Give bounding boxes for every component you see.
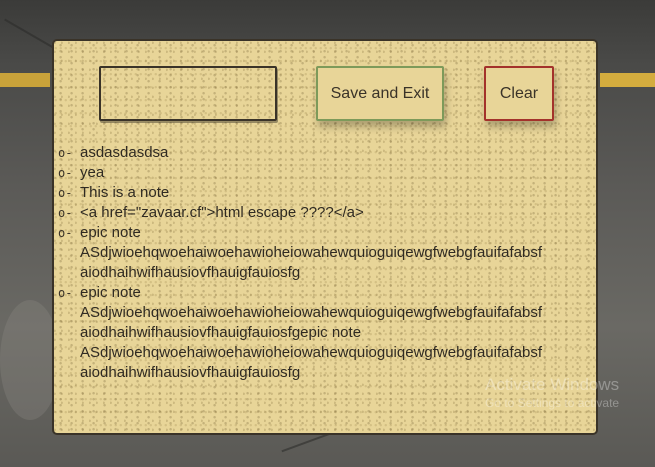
watermark-subtitle: Go to Settings to activate xyxy=(485,396,620,410)
note-bullet-icon: o- xyxy=(58,286,73,300)
note-item: o- epic note ASdjwioehqwoehaiwoehawiohei… xyxy=(58,283,588,383)
note-text: epic note ASdjwioehqwoehaiwoehawioheiowa… xyxy=(80,284,542,381)
note-bullet-icon: o- xyxy=(58,186,73,200)
note-text: <a href="zavaar.cf">html escape ????</a> xyxy=(80,204,364,221)
note-item: o- epic note ASdjwioehqwoehaiwoehawiohei… xyxy=(58,223,588,283)
note-input-field[interactable] xyxy=(99,66,277,121)
note-bullet-icon: o- xyxy=(58,166,73,180)
note-text: This is a note xyxy=(80,184,170,201)
note-text: asdasdasdsa xyxy=(80,144,169,161)
clear-button[interactable]: Clear xyxy=(484,66,554,121)
note-item: o- yea xyxy=(58,163,588,183)
note-bullet-icon: o- xyxy=(58,226,73,240)
notes-list: o- asdasdasdsa o- yea o- This is a note … xyxy=(58,143,588,383)
note-bullet-icon: o- xyxy=(58,206,73,220)
save-and-exit-button[interactable]: Save and Exit xyxy=(316,66,444,121)
windows-activation-watermark: Activate Windows Go to Settings to activ… xyxy=(485,375,655,411)
note-text: epic note ASdjwioehqwoehaiwoehawioheiowa… xyxy=(80,224,542,281)
note-text: yea xyxy=(80,164,105,181)
watermark-title: Activate Windows xyxy=(485,375,620,394)
road-patch xyxy=(0,300,60,420)
note-item: o- This is a note xyxy=(58,183,588,203)
note-item: o- asdasdasdsa xyxy=(58,143,588,163)
note-item: o- <a href="zavaar.cf">html escape ????<… xyxy=(58,203,588,223)
note-bullet-icon: o- xyxy=(58,146,73,160)
